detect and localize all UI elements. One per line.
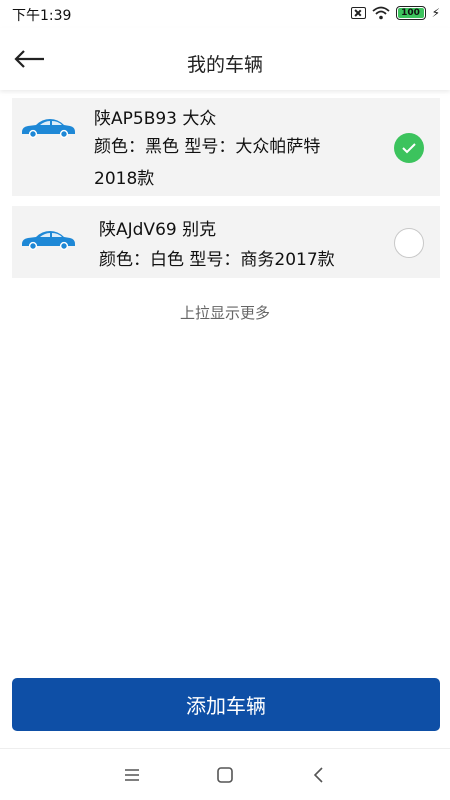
add-vehicle-button[interactable]: 添加车辆 — [12, 678, 440, 731]
charging-icon: ⚡ — [431, 6, 440, 20]
home-icon[interactable] — [213, 763, 237, 787]
navigation-bar — [0, 748, 450, 800]
wifi-icon — [371, 6, 390, 20]
header: 我的车辆 — [0, 28, 450, 90]
vehicle-plate: 陕AP5B93 大众 — [94, 109, 217, 129]
back-icon[interactable] — [307, 763, 331, 787]
vehicle-card[interactable]: 陕AJdV69 别克 颜色：白色 型号：商务2017款 — [12, 206, 440, 278]
status-bar: 下午1:39 100 ⚡ — [0, 0, 450, 28]
vehicle-list: 陕AP5B93 大众 颜色：黑色 型号：大众帕萨特 2018款 陕AJdV69 … — [12, 98, 440, 288]
vehicle-card[interactable]: 陕AP5B93 大众 颜色：黑色 型号：大众帕萨特 2018款 — [12, 98, 440, 196]
page-title: 我的车辆 — [186, 54, 263, 76]
status-time: 下午1:39 — [12, 8, 72, 24]
sim-off-icon — [350, 7, 366, 19]
unselected-radio-icon[interactable] — [394, 228, 424, 258]
car-icon — [22, 119, 75, 138]
load-more-hint: 上拉显示更多 — [179, 304, 270, 322]
selected-check-icon[interactable] — [394, 133, 424, 163]
battery-icon: 100 — [395, 6, 426, 20]
status-icons: 100 ⚡ — [350, 6, 440, 20]
menu-icon[interactable] — [120, 763, 144, 787]
vehicle-detail: 颜色：白色 型号：商务2017款 — [99, 250, 335, 270]
car-icon — [22, 231, 75, 250]
battery-level: 100 — [401, 8, 420, 18]
vehicle-plate: 陕AJdV69 别克 — [99, 220, 217, 240]
vehicle-detail: 颜色：黑色 型号：大众帕萨特 2018款 — [94, 137, 321, 189]
